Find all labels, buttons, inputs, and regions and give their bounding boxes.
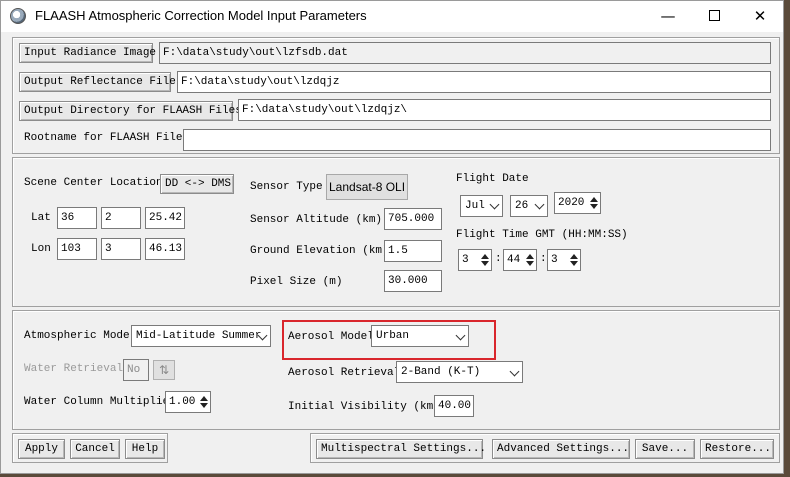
toggle-arrows-icon[interactable]: ⇅ <box>153 360 175 380</box>
chevron-down-icon <box>509 366 520 377</box>
flight-day-select[interactable]: 26 <box>510 195 548 217</box>
spin-up-icon[interactable] <box>200 396 208 401</box>
spin-up-icon[interactable] <box>481 254 489 259</box>
lat-minutes-field[interactable]: 2 <box>101 207 141 229</box>
app-icon <box>10 8 26 24</box>
help-button[interactable]: Help <box>125 439 165 459</box>
flight-month-value: Jul <box>465 200 485 212</box>
aerosol-model-value: Urban <box>376 330 410 342</box>
title-bar[interactable]: FLAASH Atmospheric Correction Model Inpu… <box>1 1 783 32</box>
lon-label: Lon <box>31 243 51 255</box>
atmospheric-model-label: Atmospheric Model <box>24 330 137 342</box>
footer-left-group: Apply Cancel Help <box>12 433 168 463</box>
water-column-spinner[interactable]: 1.00 <box>165 391 211 413</box>
spin-up-icon[interactable] <box>526 254 534 259</box>
rootname-field[interactable] <box>183 129 771 151</box>
flight-hour-value: 3 <box>462 254 469 266</box>
rootname-label: Rootname for FLAASH Files <box>24 132 190 144</box>
maximize-button[interactable] <box>691 1 737 32</box>
sensor-altitude-label: Sensor Altitude (km) <box>250 214 383 226</box>
spin-up-icon[interactable] <box>590 197 598 202</box>
water-retrieval-label: Water Retrieval <box>24 363 124 375</box>
multispectral-settings-button[interactable]: Multispectral Settings... <box>316 439 486 459</box>
output-reflectance-button[interactable]: Output Reflectance File <box>19 72 176 92</box>
water-retrieval-field[interactable]: No <box>123 359 149 381</box>
output-directory-field[interactable]: F:\data\study\out\lzdqjz\ <box>238 99 771 121</box>
input-radiance-field[interactable]: F:\data\study\out\lzfsdb.dat <box>159 42 771 64</box>
restore-button[interactable]: Restore... <box>700 439 774 459</box>
footer-right-group: Multispectral Settings... Advanced Setti… <box>310 433 780 463</box>
save-button[interactable]: Save... <box>635 439 695 459</box>
flight-minute-value: 44 <box>507 254 521 266</box>
lat-seconds-field[interactable]: 25.42 <box>145 207 185 229</box>
time-separator: : <box>495 253 502 265</box>
spin-down-icon[interactable] <box>526 261 534 266</box>
aerosol-model-select[interactable]: Urban <box>371 325 469 347</box>
chevron-down-icon <box>534 199 545 210</box>
maximize-icon <box>708 9 720 21</box>
flight-month-select[interactable]: Jul <box>460 195 503 217</box>
atmosphere-panel: Atmospheric Model Mid-Latitude Summer Wa… <box>12 310 780 430</box>
atmospheric-model-select[interactable]: Mid-Latitude Summer <box>131 325 271 347</box>
pixel-size-label: Pixel Size (m) <box>250 276 343 288</box>
spin-down-icon[interactable] <box>570 261 578 266</box>
flight-year-spinner[interactable]: 2020 <box>554 192 601 214</box>
atmospheric-model-value: Mid-Latitude Summer <box>136 330 262 342</box>
aerosol-retrieval-value: 2-Band (K-T) <box>401 366 481 378</box>
sensor-type-label: Sensor Type <box>250 181 323 193</box>
lat-label: Lat <box>31 212 51 224</box>
sensor-type-button[interactable]: Landsat-8 OLI <box>326 174 408 200</box>
spin-up-icon[interactable] <box>570 254 578 259</box>
scene-panel: Scene Center Location DD <-> DMS Lat 36 … <box>12 157 780 307</box>
pixel-size-field[interactable]: 30.000 <box>384 270 442 292</box>
aerosol-retrieval-select[interactable]: 2-Band (K-T) <box>396 361 523 383</box>
initial-visibility-field[interactable]: 40.00 <box>434 395 474 417</box>
spin-down-icon[interactable] <box>481 261 489 266</box>
cancel-button[interactable]: Cancel <box>70 439 120 459</box>
apply-button[interactable]: Apply <box>18 439 65 459</box>
scene-center-label: Scene Center Location <box>24 177 163 189</box>
output-reflectance-field[interactable]: F:\data\study\out\lzdqjz <box>177 71 771 93</box>
flight-second-value: 3 <box>551 254 558 266</box>
window-title: FLAASH Atmospheric Correction Model Inpu… <box>35 8 367 23</box>
input-radiance-button[interactable]: Input Radiance Image <box>19 43 156 63</box>
flight-time-label: Flight Time GMT (HH:MM:SS) <box>456 229 628 241</box>
flaash-window: FLAASH Atmospheric Correction Model Inpu… <box>0 0 784 474</box>
output-directory-button[interactable]: Output Directory for FLAASH Files <box>19 101 242 121</box>
sensor-altitude-field[interactable]: 705.000 <box>384 208 442 230</box>
dd-dms-button[interactable]: DD <-> DMS <box>160 174 234 194</box>
advanced-settings-button[interactable]: Advanced Settings... <box>492 439 630 459</box>
ground-elevation-field[interactable]: 1.5 <box>384 240 442 262</box>
flight-second-spinner[interactable]: 3 <box>547 249 581 271</box>
flight-minute-spinner[interactable]: 44 <box>503 249 537 271</box>
initial-visibility-label: Initial Visibility (km) <box>288 401 440 413</box>
flight-hour-spinner[interactable]: 3 <box>458 249 492 271</box>
time-separator: : <box>540 253 547 265</box>
aerosol-model-label: Aerosol Model <box>288 331 374 343</box>
flight-day-value: 26 <box>515 200 529 212</box>
spin-down-icon[interactable] <box>590 204 598 209</box>
water-column-label: Water Column Multiplier <box>24 396 176 408</box>
chevron-down-icon <box>455 330 466 341</box>
spin-down-icon[interactable] <box>200 403 208 408</box>
chevron-down-icon <box>489 199 500 210</box>
ground-elevation-label: Ground Elevation (km) <box>250 245 389 257</box>
lat-degrees-field[interactable]: 36 <box>57 207 97 229</box>
lon-seconds-field[interactable]: 46.13 <box>145 238 185 260</box>
lon-degrees-field[interactable]: 103 <box>57 238 97 260</box>
flight-year-value: 2020 <box>558 197 585 209</box>
aerosol-retrieval-label: Aerosol Retrieval <box>288 367 401 379</box>
file-panel: Input Radiance Image F:\data\study\out\l… <box>12 37 780 154</box>
lon-minutes-field[interactable]: 3 <box>101 238 141 260</box>
minimize-button[interactable]: — <box>645 1 691 32</box>
water-column-value: 1.00 <box>169 396 196 408</box>
flight-date-label: Flight Date <box>456 173 529 185</box>
close-button[interactable]: ✕ <box>737 1 783 32</box>
